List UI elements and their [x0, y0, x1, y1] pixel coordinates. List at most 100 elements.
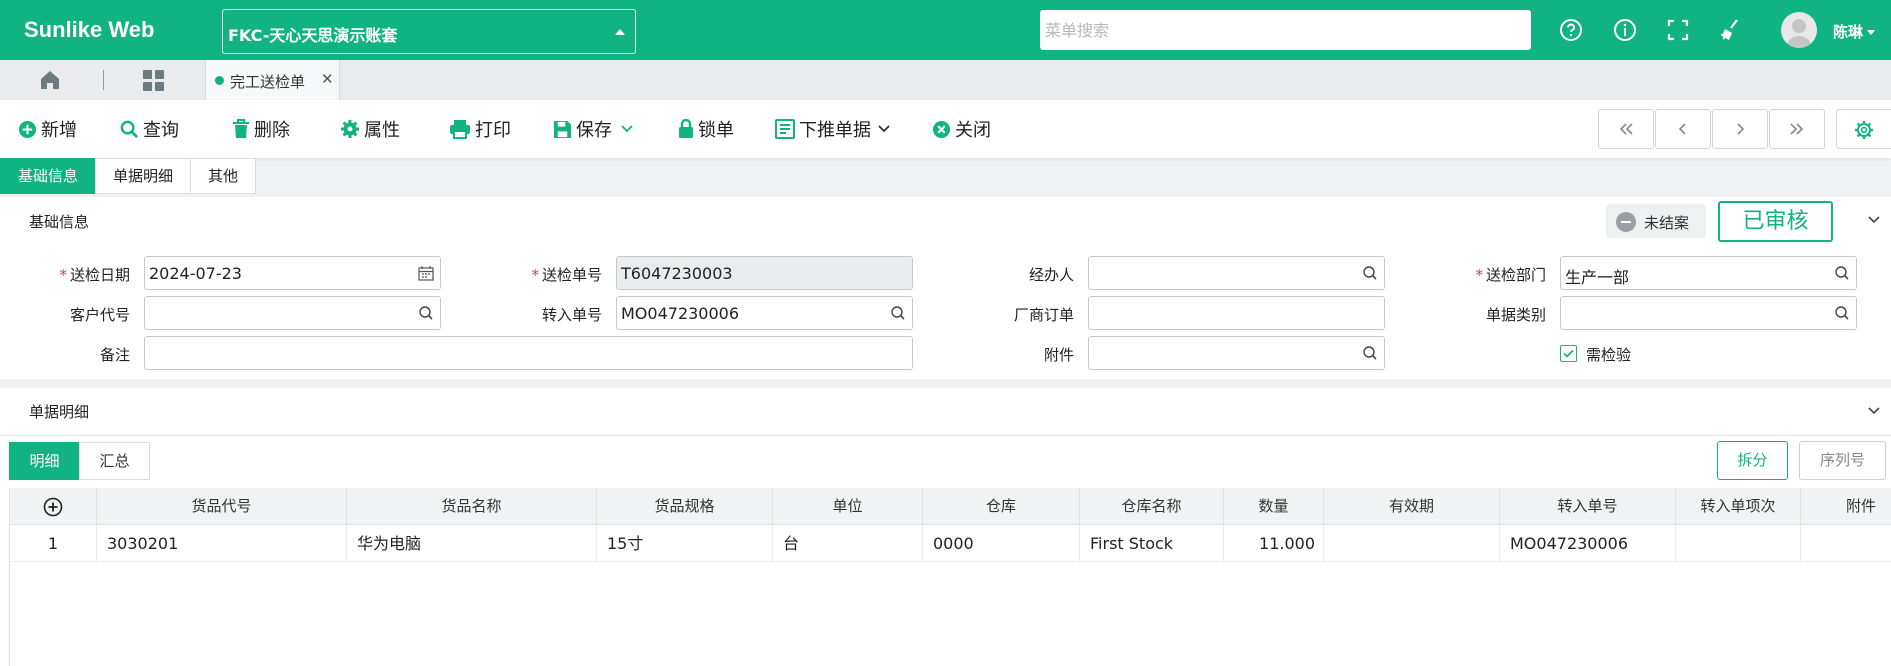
search-icon[interactable]: [1834, 305, 1850, 321]
chevron-down-icon: [878, 125, 890, 133]
customer-field[interactable]: [144, 296, 441, 330]
account-selector[interactable]: FKC-天心天思演示账套: [222, 9, 636, 54]
cell-unit[interactable]: 台: [773, 525, 923, 562]
column-header[interactable]: 转入单号: [1500, 488, 1676, 525]
menu-search-input[interactable]: [1040, 10, 1531, 50]
calendar-icon[interactable]: [418, 265, 434, 281]
inspect-no-value: T6047230003: [621, 264, 733, 283]
remark-field[interactable]: [144, 336, 913, 370]
new-button[interactable]: 新增: [18, 116, 77, 142]
search-icon: [120, 120, 139, 138]
search-icon[interactable]: [1362, 265, 1378, 281]
cell-warehouse-name[interactable]: First Stock: [1080, 525, 1224, 562]
column-header[interactable]: 仓库: [923, 488, 1080, 525]
toolbar: 新增 查询 删除 属性 打印 保存 锁单 下推单据 关闭: [0, 100, 1891, 158]
vendor-order-field[interactable]: [1088, 296, 1385, 330]
column-header[interactable]: 货品代号: [97, 488, 347, 525]
save-button[interactable]: 保存: [553, 116, 638, 142]
help-icon[interactable]: [1557, 16, 1585, 44]
approved-stamp: 已审核: [1718, 201, 1833, 242]
push-down-button[interactable]: 下推单据: [775, 116, 895, 142]
close-button[interactable]: 关闭: [932, 116, 991, 142]
dept-field[interactable]: 生产一部: [1560, 256, 1857, 290]
home-icon[interactable]: [38, 68, 62, 92]
column-header[interactable]: 有效期: [1324, 488, 1500, 525]
table-row[interactable]: 1 3030201 华为电脑 15寸 台 0000 First Stock 11…: [10, 525, 1891, 562]
column-header[interactable]: 单位: [773, 488, 923, 525]
tab-detail[interactable]: 明细: [9, 442, 80, 480]
search-icon[interactable]: [890, 305, 906, 321]
inspect-date-field[interactable]: 2024-07-23: [144, 256, 441, 290]
cell-transfer-no[interactable]: MO047230006: [1500, 525, 1676, 562]
detail-table: 货品代号 货品名称 货品规格 单位 仓库 仓库名称 数量 有效期 转入单号 转入…: [9, 488, 1891, 666]
printer-icon: [450, 120, 470, 139]
handler-field[interactable]: [1088, 256, 1385, 290]
doc-type-label: 单据类别: [1485, 306, 1546, 324]
cell-attachment[interactable]: [1801, 525, 1891, 562]
column-header[interactable]: 附件: [1801, 488, 1891, 525]
search-icon[interactable]: [418, 305, 434, 321]
collapse-chevron-icon[interactable]: [1867, 406, 1881, 416]
divider: [0, 435, 1891, 436]
column-header[interactable]: 数量: [1224, 488, 1324, 525]
properties-button[interactable]: 属性: [340, 116, 400, 142]
first-record-button[interactable]: [1598, 109, 1654, 149]
inspect-date-value: 2024-07-23: [149, 264, 242, 283]
tab-other[interactable]: 其他: [190, 158, 257, 194]
transfer-no-label: 转入单号: [541, 306, 602, 324]
user-name: 陈琳: [1833, 23, 1864, 41]
column-header[interactable]: 货品名称: [347, 488, 597, 525]
apps-grid-icon[interactable]: [142, 69, 165, 92]
cell-code[interactable]: 3030201: [97, 525, 347, 562]
broom-icon[interactable]: [1717, 16, 1745, 44]
attachment-field[interactable]: [1088, 336, 1385, 370]
lock-button[interactable]: 锁单: [678, 116, 734, 142]
settings-button[interactable]: [1836, 109, 1891, 149]
delete-button[interactable]: 删除: [232, 116, 290, 142]
add-row-cell[interactable]: [10, 488, 97, 525]
cell-warehouse[interactable]: 0000: [923, 525, 1080, 562]
doc-type-field[interactable]: [1560, 296, 1857, 330]
gear-icon: [341, 120, 359, 138]
table-header: 货品代号 货品名称 货品规格 单位 仓库 仓库名称 数量 有效期 转入单号 转入…: [10, 488, 1891, 525]
need-inspect-checkbox[interactable]: [1560, 345, 1577, 362]
next-record-button[interactable]: [1712, 109, 1768, 149]
cell-qty[interactable]: 11.000: [1224, 525, 1324, 562]
transfer-no-field[interactable]: MO047230006: [616, 296, 913, 330]
user-menu[interactable]: 陈琳: [1833, 21, 1876, 42]
collapse-chevron-icon[interactable]: [1867, 215, 1881, 225]
double-chevron-left-icon: [1619, 123, 1633, 135]
info-icon[interactable]: [1611, 16, 1639, 44]
column-header[interactable]: 仓库名称: [1080, 488, 1224, 525]
trash-icon: [233, 119, 249, 138]
prev-record-button[interactable]: [1655, 109, 1711, 149]
cell-expiry[interactable]: [1324, 525, 1500, 562]
cell-spec[interactable]: 15寸: [597, 525, 773, 562]
cell-transfer-seq[interactable]: [1676, 525, 1801, 562]
tab-inspection-doc[interactable]: 完工送检单 ✕: [205, 60, 340, 100]
tab-basic-info[interactable]: 基础信息: [0, 158, 97, 194]
section-tabs: 基础信息 单据明细 其他: [0, 158, 257, 196]
last-record-button[interactable]: [1769, 109, 1825, 149]
cell-name[interactable]: 华为电脑: [347, 525, 597, 562]
tab-summary[interactable]: 汇总: [79, 442, 150, 480]
column-header[interactable]: 转入单项次: [1676, 488, 1801, 525]
tab-divider: [103, 70, 104, 90]
search-icon[interactable]: [1834, 265, 1850, 281]
split-button[interactable]: 拆分: [1717, 441, 1788, 480]
query-button[interactable]: 查询: [120, 116, 179, 142]
handler-label: 经办人: [1028, 266, 1074, 284]
serial-number-button[interactable]: 序列号: [1799, 441, 1886, 480]
search-icon[interactable]: [1362, 345, 1378, 361]
status-text: 未结案: [1644, 214, 1690, 232]
tab-doc-detail[interactable]: 单据明细: [95, 158, 192, 194]
chevron-down-icon[interactable]: [620, 124, 634, 134]
lock-icon: [679, 119, 693, 138]
column-header[interactable]: 货品规格: [597, 488, 773, 525]
avatar[interactable]: [1781, 12, 1817, 48]
double-chevron-right-icon: [1790, 123, 1804, 135]
fullscreen-icon[interactable]: [1664, 16, 1692, 44]
properties-label: 属性: [364, 120, 400, 141]
close-tab-icon[interactable]: ✕: [321, 70, 334, 88]
print-button[interactable]: 打印: [449, 116, 511, 142]
